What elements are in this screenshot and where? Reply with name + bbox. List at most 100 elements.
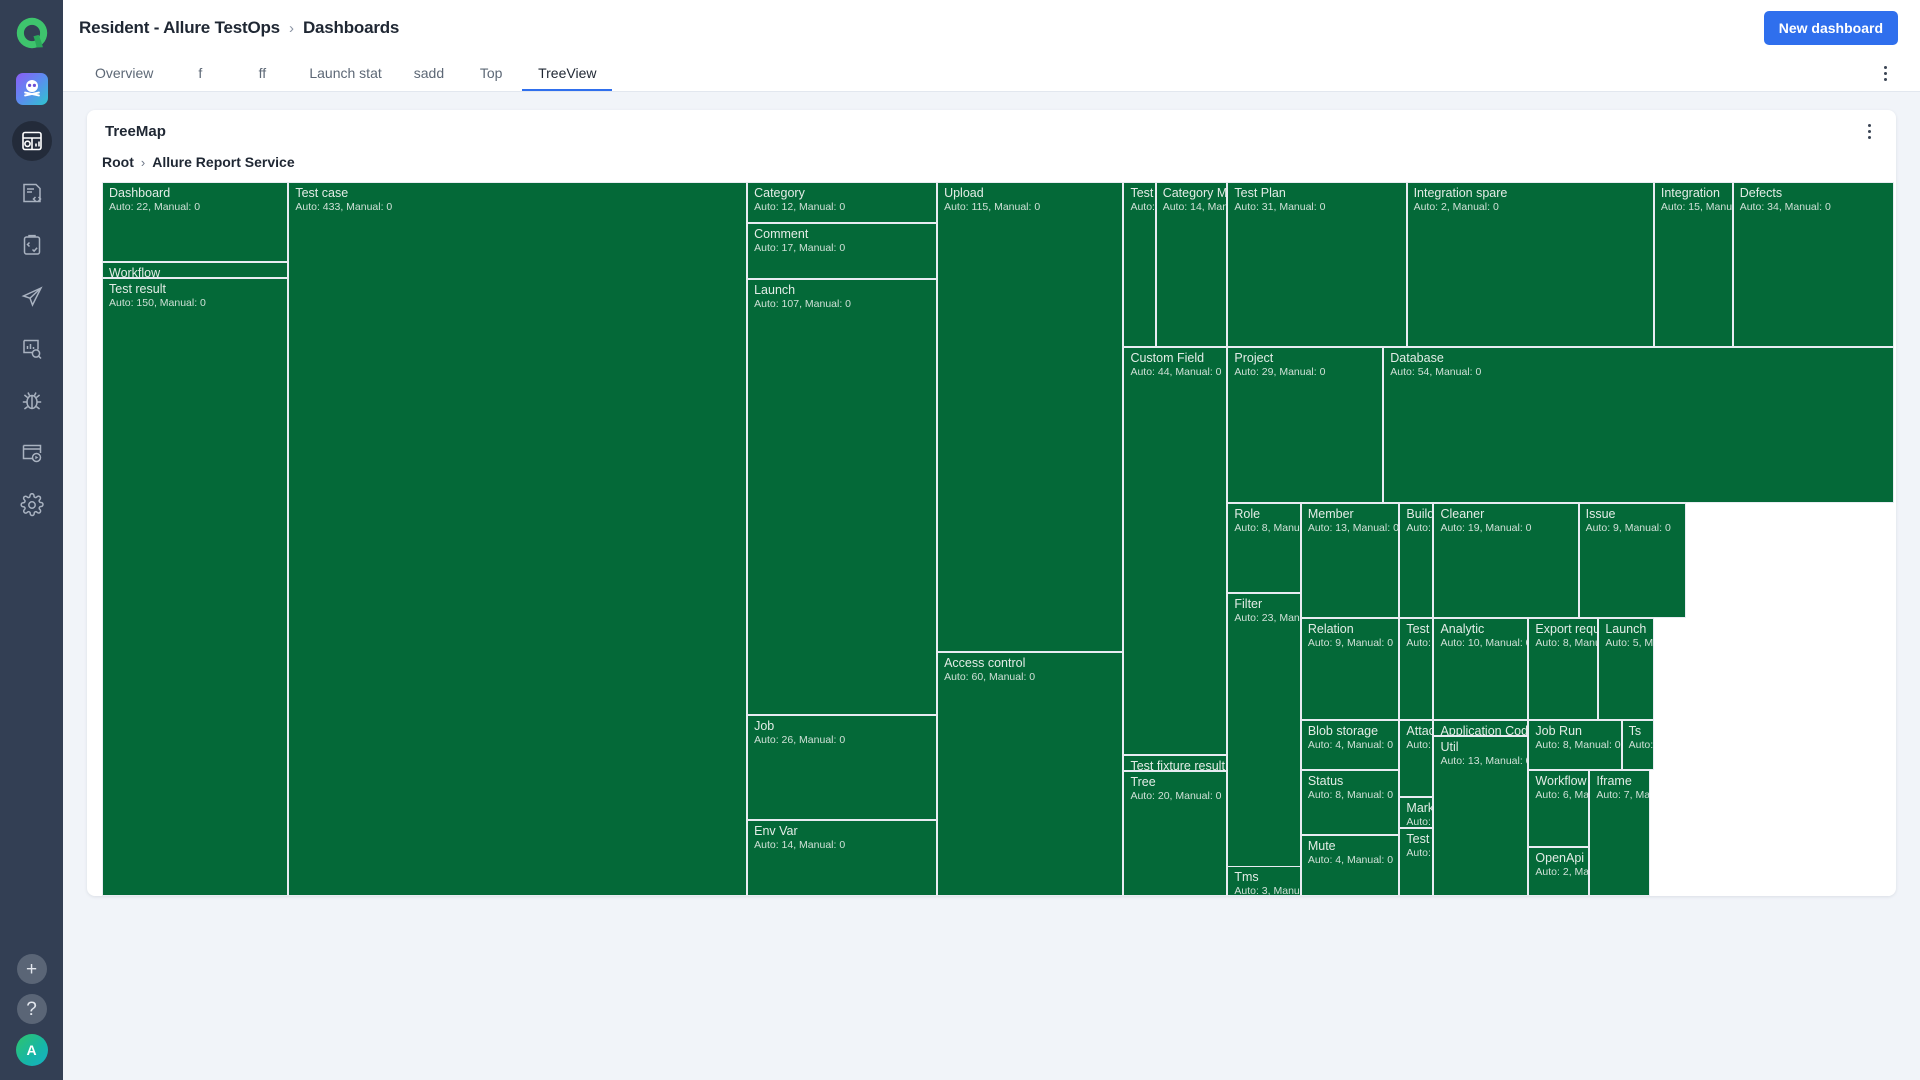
treemap-cell-label: OpenApi <box>1535 850 1585 865</box>
treemap-cell[interactable]: Workflow scheduleAuto: 6, Manual: 0 <box>1528 770 1590 847</box>
treemap-cell[interactable]: Launch Auto: 107, Manual: 0 <box>747 279 938 715</box>
treemap-cell[interactable]: Database Auto: 54, Manual: 0 <box>1383 346 1894 504</box>
allure-logo-icon[interactable] <box>12 13 52 53</box>
treemap-cell[interactable]: Test result Auto: 150, Manual: 0 <box>102 278 289 896</box>
sidebar-item-analytics[interactable] <box>6 323 58 375</box>
treemap-cell[interactable]: Cleaner Auto: 19, Manual: 0 <box>1433 503 1579 619</box>
treemap-cell[interactable]: AttachmentAuto: 3, Manual: 0 <box>1399 720 1434 798</box>
treemap-cell[interactable]: Blob storage Auto: 4, Manual: 0 <box>1300 720 1400 771</box>
treemap-cell-label: Database <box>1390 350 1444 365</box>
treemap-cell-value: Auto: 14, Manual: 0 <box>754 839 846 852</box>
treemap-cell[interactable]: TsAuto: 3, Manual: 0 <box>1621 720 1654 771</box>
treemap-cell-label: Blob storage <box>1307 724 1379 739</box>
treemap-cell-label: Tree <box>1130 775 1156 790</box>
treemap-cell[interactable]: Category MatcherAuto: 14, Manual: 0 <box>1155 182 1228 347</box>
treemap-cell[interactable]: Status Auto: 8, Manual: 0 <box>1300 770 1400 836</box>
sidebar-item-defects[interactable] <box>6 375 58 427</box>
treemap-cell[interactable]: Test Plan Auto: 31, Manual: 0 <box>1227 182 1407 347</box>
sidebar-item-launches[interactable] <box>6 271 58 323</box>
treemap-breadcrumb-service[interactable]: Allure Report Service <box>152 154 294 170</box>
treemap-cell[interactable]: Upload Auto: 115, Manual: 0 <box>937 182 1124 652</box>
treemap-cell[interactable]: Env Var Auto: 14, Manual: 0 <box>747 820 938 896</box>
treemap-cell[interactable]: Test StepAuto: 3, Manual: 0 <box>1399 828 1434 896</box>
treemap-cell[interactable]: Job Run Auto: 8, Manual: 0 <box>1528 720 1622 771</box>
sidebar-item-test-plans[interactable] <box>6 219 58 271</box>
chevron-right-icon: › <box>140 154 146 170</box>
sidebar-item-settings[interactable] <box>6 479 58 531</box>
tab-f[interactable]: f <box>169 56 231 91</box>
treemap-cell-value: Auto: 5, Manual: 0 <box>1406 522 1432 535</box>
treemap-breadcrumb-root[interactable]: Root <box>102 154 134 170</box>
new-dashboard-button[interactable]: New dashboard <box>1763 11 1898 45</box>
treemap-cell[interactable]: Workflow <box>102 261 289 279</box>
treemap-cell-label: Ts <box>1628 724 1642 739</box>
treemap-cell[interactable]: TestAuto: 6, Manual: 0 <box>1123 182 1156 347</box>
treemap-cell[interactable]: FilterAuto: 23, Manual: 0 <box>1227 592 1301 896</box>
tab-overview[interactable]: Overview <box>79 56 169 91</box>
treemap-cell[interactable]: BuildAuto: 5, Manual: 0 <box>1399 503 1434 619</box>
treemap-cell[interactable]: Integration spare Auto: 2, Manual: 0 <box>1406 182 1654 347</box>
treemap-cell-value: Auto: 107, Manual: 0 <box>754 298 852 311</box>
treemap-cell-label: Custom Field <box>1130 350 1205 365</box>
treemap-cell[interactable]: Util Auto: 13, Manual: 0 <box>1433 736 1529 896</box>
treemap-cell-label: Comment <box>754 226 809 241</box>
treemap-cell-value: Auto: 60, Manual: 0 <box>944 670 1036 683</box>
treemap-cell[interactable]: Mute Auto: 4, Manual: 0 <box>1300 835 1400 896</box>
content-area: TreeMap Root › Allure Report Service Das… <box>63 92 1920 1080</box>
treemap-cell[interactable]: Test fixture result <box>1123 754 1228 772</box>
treemap-cell-label: Defects <box>1739 186 1783 200</box>
treemap-cell[interactable]: Test LayerAuto: 4, Manual: 0 <box>1399 618 1434 721</box>
treemap-cell-label: Member <box>1307 507 1354 522</box>
card-more-icon[interactable] <box>1856 123 1882 139</box>
treemap-cell[interactable]: Tree Auto: 20, Manual: 0 <box>1123 771 1228 896</box>
tab-sadd[interactable]: sadd <box>398 56 460 91</box>
treemap-cell[interactable]: Analytic Auto: 10, Manual: 0 <box>1433 618 1529 721</box>
avatar[interactable]: A <box>15 1034 48 1066</box>
treemap-cell[interactable]: Test case Auto: 433, Manual: 0 <box>288 182 748 896</box>
treemap-cell-value: Auto: 12, Manual: 0 <box>754 201 846 213</box>
breadcrumb-item-project[interactable]: Resident - Allure TestOps <box>79 18 280 38</box>
treemap-cell[interactable]: Project Auto: 29, Manual: 0 <box>1227 346 1384 504</box>
treemap-cell[interactable]: RoleAuto: 8, Manual: 0 <box>1227 503 1301 593</box>
breadcrumb-item-dashboards: Dashboards <box>302 18 400 37</box>
treemap-cell[interactable]: Comment Auto: 17, Manual: 0 <box>747 222 938 280</box>
treemap-cell[interactable]: Job Auto: 26, Manual: 0 <box>747 714 938 821</box>
treemap-breadcrumb: Root › Allure Report Service <box>87 152 1896 174</box>
sidebar-item-test-cases[interactable] <box>6 167 58 219</box>
tabbar-more-icon[interactable] <box>1872 56 1898 91</box>
treemap-cell-label: Test Step <box>1406 832 1432 847</box>
treemap-cell[interactable]: LaunchAuto: 5, Manual: 0 <box>1598 618 1654 721</box>
treemap-cell[interactable]: Dashboard Auto: 22, Manual: 0 <box>102 182 289 262</box>
treemap-cell[interactable]: Custom Field Auto: 44, Manual: 0 <box>1123 346 1228 755</box>
sidebar-item-project-switcher[interactable] <box>6 63 58 115</box>
tab-treeview[interactable]: TreeView <box>522 56 613 91</box>
treemap-cell-label: Application Code <box>1440 724 1529 737</box>
treemap-cell[interactable]: Member Auto: 13, Manual: 0 <box>1300 503 1400 619</box>
tab-ff[interactable]: ff <box>231 56 293 91</box>
treemap-cell[interactable]: Relation Auto: 9, Manual: 0 <box>1300 618 1400 721</box>
tab-top[interactable]: Top <box>460 56 522 91</box>
treemap-cell-label: Analytic <box>1440 622 1485 637</box>
treemap-cell[interactable]: Category Auto: 12, Manual: 0 <box>747 182 938 223</box>
treemap-chart[interactable]: Dashboard Auto: 22, Manual: 0 Workflow Test… <box>102 182 1894 896</box>
add-icon[interactable]: + <box>16 954 47 984</box>
treemap-cell-value: Auto: 150, Manual: 0 <box>109 297 206 310</box>
treemap-cell[interactable]: Issue Auto: 9, Manual: 0 <box>1578 503 1687 619</box>
treemap-cell[interactable]: TmsAuto: 3, Manual: 0 <box>1227 866 1301 896</box>
tabbar-spacer <box>612 56 1872 91</box>
sidebar-item-jobs[interactable] <box>6 427 58 479</box>
treemap-cell-label: Test Layer <box>1406 622 1432 637</box>
treemap-cell[interactable]: IframeAuto: 7, Manual: 0 <box>1589 770 1651 896</box>
treemap-cell[interactable]: Access control Auto: 60, Manual: 0 <box>937 651 1124 896</box>
treemap-cell-value: Auto: 8, Manual: 0 <box>1535 739 1621 752</box>
treemap-cell-label: Test Plan <box>1234 186 1286 200</box>
treemap-cell[interactable]: Export requestAuto: 8, Manual: 0 <box>1528 618 1599 721</box>
help-icon[interactable]: ? <box>16 994 47 1024</box>
treemap-cell[interactable]: OpenApiAuto: 2, Manual: 0 <box>1528 846 1590 896</box>
treemap-cell[interactable]: IntegrationAuto: 15, Manual: 0 <box>1653 182 1733 347</box>
sidebar-item-dashboards[interactable] <box>6 115 58 167</box>
tab-launch-stat[interactable]: Launch stat <box>293 56 397 91</box>
treemap-cell[interactable]: Defects Auto: 34, Manual: 0 <box>1732 182 1894 347</box>
treemap-cell[interactable]: Application Code <box>1433 720 1529 737</box>
treemap-cell[interactable]: MarkdownAuto: 1, Manual: 0 <box>1399 797 1434 829</box>
